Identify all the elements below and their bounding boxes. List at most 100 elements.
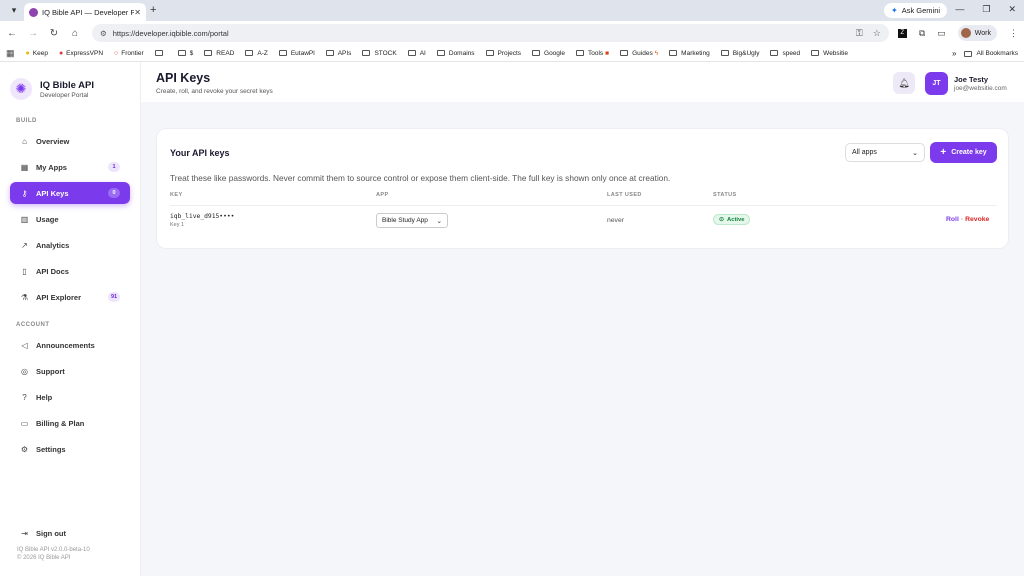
page-title: API Keys xyxy=(156,71,211,85)
column-header-status: STATUS xyxy=(713,192,737,198)
user-email: joe@websitie.com xyxy=(954,85,1007,92)
version-text: IQ Bible API v2.0.0-beta-10 xyxy=(17,547,90,553)
tab-search-chevron-icon[interactable]: ▾ xyxy=(6,3,22,19)
create-key-button[interactable]: + Create key xyxy=(930,142,997,163)
sidebar-item-label: Support xyxy=(36,366,65,376)
sign-out-button[interactable]: ⇥ Sign out xyxy=(10,522,131,544)
bookmark-folder-marketing[interactable]: Marketing xyxy=(669,50,710,57)
url-text: https://developer.iqbible.com/portal xyxy=(112,28,229,38)
sidebar-item-settings[interactable]: ⚙ Settings xyxy=(10,438,130,460)
browser-toolbar: ← → ↻ ⌂ ⚙ https://developer.iqbible.com/… xyxy=(0,21,1024,45)
folder-icon xyxy=(278,50,287,56)
apps-grid-icon[interactable]: ▦ xyxy=(6,48,15,59)
reload-icon[interactable]: ↻ xyxy=(48,28,60,39)
new-tab-button[interactable]: + xyxy=(150,4,156,16)
cast-icon[interactable]: ▭ xyxy=(937,28,946,39)
folder-icon xyxy=(177,50,186,56)
folder-icon xyxy=(770,50,779,56)
sidebar-item-api-docs[interactable]: ▯ API Docs xyxy=(10,260,130,282)
forward-icon[interactable]: → xyxy=(27,28,39,39)
ask-gemini-button[interactable]: ✦ Ask Gemini xyxy=(884,3,948,18)
minimize-icon[interactable]: — xyxy=(955,4,964,15)
back-icon[interactable]: ← xyxy=(6,28,18,39)
extensions-puzzle-icon[interactable]: ⧉ xyxy=(919,28,925,39)
roll-key-link[interactable]: Roll xyxy=(946,216,959,223)
brand[interactable]: ✺ IQ Bible API Developer Portal xyxy=(0,62,140,100)
key-label: Key 1 xyxy=(170,222,185,228)
user-name: Joe Testy xyxy=(954,75,989,84)
home-icon[interactable]: ⌂ xyxy=(69,28,81,39)
sidebar-item-overview[interactable]: ⌂ Overview xyxy=(10,130,130,152)
bookmark-folder-apis[interactable]: APIs xyxy=(325,50,351,57)
sign-out-icon: ⇥ xyxy=(21,528,28,538)
user-avatar[interactable]: JT xyxy=(925,72,948,95)
bookmark-folder-projects[interactable]: Projects xyxy=(485,50,521,57)
bookmark-star-icon[interactable]: ☆ xyxy=(873,28,881,39)
bookmark-keep[interactable]: ● Keep xyxy=(26,50,48,57)
menu-dots-icon[interactable]: ⋮ xyxy=(1009,28,1018,39)
expressvpn-icon: ● xyxy=(58,49,64,57)
column-header-app: APP xyxy=(376,192,389,198)
keep-icon: ● xyxy=(25,49,30,57)
extension-z-icon[interactable]: Z xyxy=(897,28,907,38)
sidebar-item-support[interactable]: ◎ Support xyxy=(10,360,130,382)
profile-label: Work xyxy=(974,29,991,37)
password-key-icon[interactable]: ⚿ xyxy=(856,28,863,39)
bookmark-folder-eutawpl[interactable]: EutawPl xyxy=(278,50,315,57)
sidebar-item-my-apps[interactable]: ▦ My Apps 1 xyxy=(10,156,130,178)
restore-icon[interactable]: ❐ xyxy=(982,4,990,15)
bookmark-folder-dollar[interactable]: $ xyxy=(177,50,193,57)
bookmark-folder-a-z[interactable]: A-Z xyxy=(245,50,268,57)
bookmark-folder-domains[interactable]: Domains xyxy=(436,50,475,57)
sidebar-item-label: Help xyxy=(36,392,53,402)
folder-icon xyxy=(620,50,629,56)
sign-out-label: Sign out xyxy=(36,528,66,538)
notifications-bell-icon[interactable]: 🔔︎ xyxy=(893,72,915,94)
sidebar-item-api-explorer[interactable]: ⚗ API Explorer 91 xyxy=(10,286,130,308)
sidebar-item-api-keys[interactable]: ⚷ API Keys 0 xyxy=(10,182,130,204)
close-tab-icon[interactable]: ✕ xyxy=(134,8,141,17)
row-actions: Roll · Revoke xyxy=(946,216,989,223)
folder-icon xyxy=(532,50,541,56)
close-window-icon[interactable]: ✕ xyxy=(1008,4,1016,15)
bookmark-folder-speed[interactable]: speed xyxy=(770,50,800,57)
bookmark-folder-ai[interactable]: AI xyxy=(407,50,426,57)
iq-bible-logo-icon: ✺ xyxy=(10,78,32,100)
bookmark-folder-websitie[interactable]: Websitie xyxy=(811,50,848,57)
sidebar-item-usage[interactable]: ▥ Usage xyxy=(10,208,130,230)
bookmark-folder-guides[interactable]: Guides ϟ xyxy=(620,50,658,57)
sidebar-item-label: Analytics xyxy=(36,240,70,250)
bookmark-frontier[interactable]: ○ Frontier xyxy=(114,50,144,57)
site-info-icon[interactable]: ⚙ xyxy=(100,29,107,38)
action-separator: · xyxy=(960,216,964,223)
bookmark-folder-read[interactable]: READ xyxy=(204,50,234,57)
bookmark-expressvpn[interactable]: ● ExpressVPN xyxy=(59,50,103,57)
section-label-account: ACCOUNT xyxy=(16,322,50,328)
address-bar[interactable]: ⚙ https://developer.iqbible.com/portal ⚿… xyxy=(92,24,889,42)
copyright-text: © 2026 IQ Bible API xyxy=(17,555,71,561)
sidebar-item-announcements[interactable]: ◁ Announcements xyxy=(10,334,130,356)
sidebar-item-label: Overview xyxy=(36,136,70,146)
app-assign-select[interactable]: Bible Study App ⌄ xyxy=(376,213,448,228)
brand-name: IQ Bible API xyxy=(40,79,95,91)
sidebar-item-billing[interactable]: ▭ Billing & Plan xyxy=(10,412,130,434)
plus-icon: + xyxy=(940,147,947,158)
count-badge: 0 xyxy=(108,188,120,198)
bookmark-folder-google[interactable]: Google xyxy=(532,50,565,57)
revoke-key-link[interactable]: Revoke xyxy=(965,216,989,223)
sidebar-item-analytics[interactable]: ↗ Analytics xyxy=(10,234,130,256)
bookmark-folder-big-ugly[interactable]: Big&Ugly xyxy=(720,50,759,57)
bookmark-folder-stock[interactable]: STOCK xyxy=(362,50,397,57)
sidebar-item-help[interactable]: ? Help xyxy=(10,386,130,408)
last-used-value: never xyxy=(607,217,625,224)
folder-icon xyxy=(245,50,254,56)
bookmark-folder-tools[interactable]: Tools ■ xyxy=(575,50,609,57)
more-bookmarks-chevron-icon[interactable]: » xyxy=(952,49,956,58)
app-filter-select[interactable]: All apps ⌄ xyxy=(845,143,925,162)
all-bookmarks-button[interactable]: All Bookmarks xyxy=(964,50,1018,57)
sidebar-item-label: Announcements xyxy=(36,340,95,350)
browser-tab[interactable]: IQ Bible API — Developer Portal ✕ xyxy=(24,3,146,21)
profile-button[interactable]: Work xyxy=(957,25,997,41)
brand-subtitle: Developer Portal xyxy=(40,91,89,99)
bookmark-folder-1[interactable] xyxy=(154,50,167,56)
